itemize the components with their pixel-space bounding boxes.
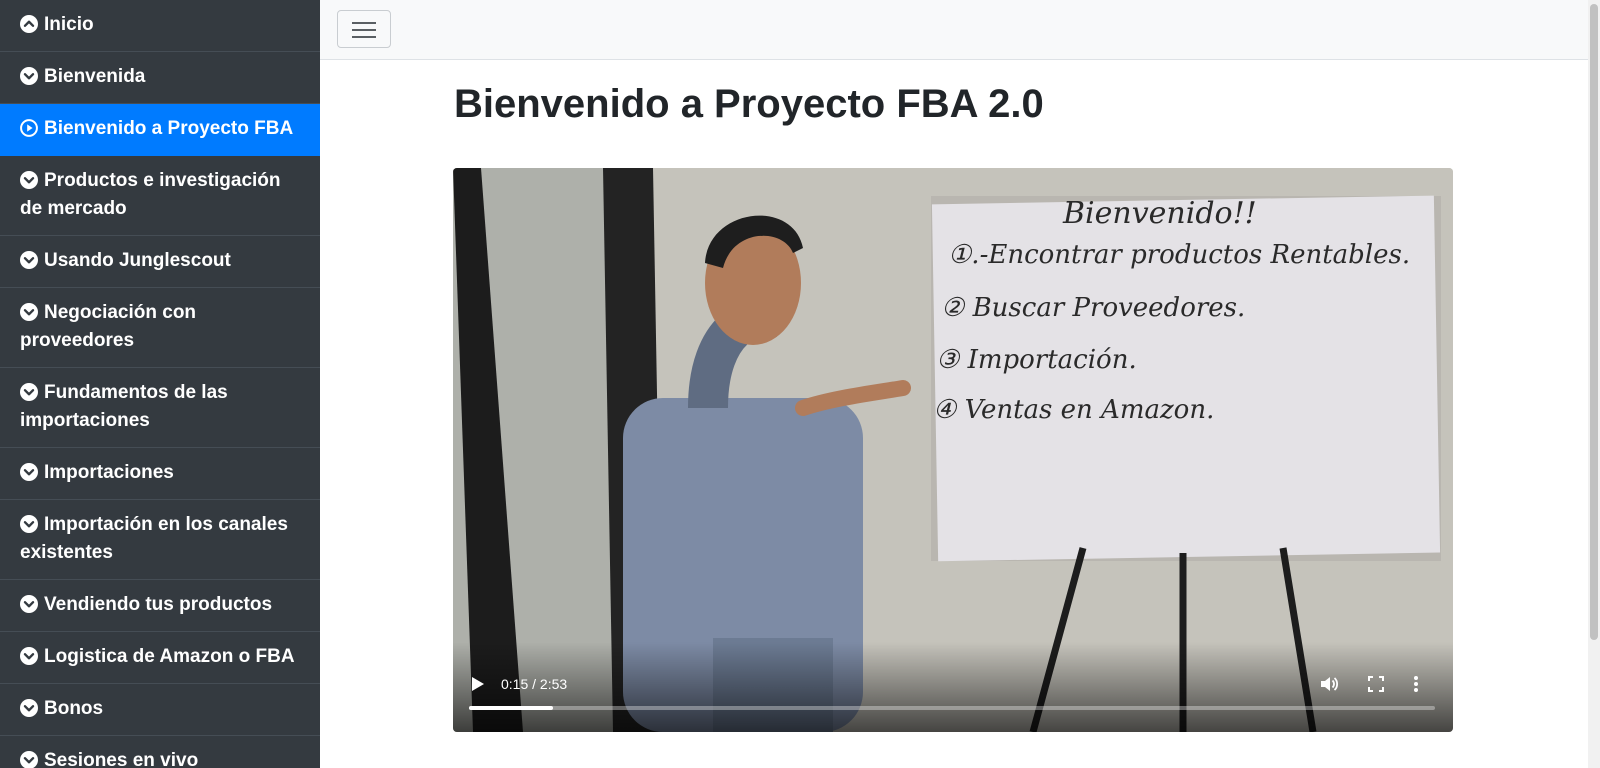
whiteboard-line-3: ③ Importación. <box>936 345 1137 375</box>
volume-icon[interactable] <box>1319 674 1339 694</box>
chevron-up-circle-icon <box>20 15 38 33</box>
page-title: Bienvenido a Proyecto FBA 2.0 <box>454 82 1044 126</box>
whiteboard-heading: Bienvenido!! <box>1062 196 1257 231</box>
page-scrollbar[interactable] <box>1588 0 1600 768</box>
menu-toggle-button[interactable] <box>337 10 391 48</box>
sidebar-item-label: Negociación con proveedores <box>20 302 197 351</box>
sidebar-item-fundamentos[interactable]: Fundamentos de las importaciones <box>0 368 320 448</box>
chevron-down-circle-icon <box>20 647 38 665</box>
top-navbar <box>320 0 1588 60</box>
chevron-down-circle-icon <box>20 751 38 768</box>
play-icon[interactable] <box>471 676 485 692</box>
more-options-icon[interactable] <box>1413 675 1419 693</box>
sidebar-item-label: Importaciones <box>44 462 174 483</box>
chevron-down-circle-icon <box>20 463 38 481</box>
sidebar-item-label: Sesiones en vivo <box>44 750 199 768</box>
chevron-down-circle-icon <box>20 67 38 85</box>
sidebar-item-productos[interactable]: Productos e investigación de mercado <box>0 156 320 236</box>
sidebar-item-bonos[interactable]: Bonos <box>0 684 320 736</box>
chevron-down-circle-icon <box>20 515 38 533</box>
hamburger-bar <box>352 29 376 31</box>
sidebar-item-logistica[interactable]: Logistica de Amazon o FBA <box>0 632 320 684</box>
sidebar-item-vendiendo[interactable]: Vendiendo tus productos <box>0 580 320 632</box>
hamburger-bar <box>352 36 376 38</box>
chevron-down-circle-icon <box>20 171 38 189</box>
sidebar-item-importaciones[interactable]: Importaciones <box>0 448 320 500</box>
whiteboard-line-1: ①.-Encontrar productos Rentables. <box>948 240 1410 270</box>
hamburger-menu-icon <box>352 22 376 24</box>
sidebar-item-negociacion[interactable]: Negociación con proveedores <box>0 288 320 368</box>
sidebar-item-label: Fundamentos de las importaciones <box>20 382 228 431</box>
sidebar-item-label: Bonos <box>44 698 104 719</box>
whiteboard-line-4: ④ Ventas en Amazon. <box>933 395 1214 425</box>
sidebar-item-junglescout[interactable]: Usando Junglescout <box>0 236 320 288</box>
sidebar-item-sesiones[interactable]: Sesiones en vivo <box>0 736 320 768</box>
chevron-down-circle-icon <box>20 595 38 613</box>
sidebar-item-label: Productos e investigación de mercado <box>20 170 281 219</box>
sidebar-item-label: Bienvenida <box>44 66 146 87</box>
sidebar-item-inicio[interactable]: Inicio <box>0 0 320 52</box>
sidebar-item-label: Logistica de Amazon o FBA <box>44 646 295 667</box>
scrollbar-thumb[interactable] <box>1590 4 1598 640</box>
sidebar-item-label: Bienvenido a Proyecto FBA <box>44 118 294 139</box>
video-progress-fill <box>469 706 554 710</box>
fullscreen-icon[interactable] <box>1368 676 1384 692</box>
video-progress-bar[interactable] <box>469 706 1435 710</box>
chevron-down-circle-icon <box>20 251 38 269</box>
sidebar-item-bienvenido-proyecto-fba[interactable]: Bienvenido a Proyecto FBA <box>0 104 320 156</box>
chevron-down-circle-icon <box>20 383 38 401</box>
sidebar-item-importacion-canales[interactable]: Importación en los canales existentes <box>0 500 320 580</box>
sidebar-item-label: Usando Junglescout <box>44 250 231 271</box>
sidebar-item-label: Inicio <box>44 14 94 35</box>
sidebar: Inicio Bienvenida Bienvenido a Proyecto … <box>0 0 320 768</box>
chevron-down-circle-icon <box>20 699 38 717</box>
video-controls: 0:15 / 2:53 <box>453 642 1453 732</box>
sidebar-item-bienvenida[interactable]: Bienvenida <box>0 52 320 104</box>
video-player[interactable]: Bienvenido!! ①.-Encontrar productos Rent… <box>453 168 1453 732</box>
video-time: 0:15 / 2:53 <box>501 676 568 692</box>
sidebar-item-label: Vendiendo tus productos <box>44 594 273 615</box>
play-circle-icon <box>20 119 38 137</box>
whiteboard-line-2: ② Buscar Proveedores. <box>941 293 1245 323</box>
chevron-down-circle-icon <box>20 303 38 321</box>
sidebar-item-label: Importación en los canales existentes <box>20 514 288 563</box>
